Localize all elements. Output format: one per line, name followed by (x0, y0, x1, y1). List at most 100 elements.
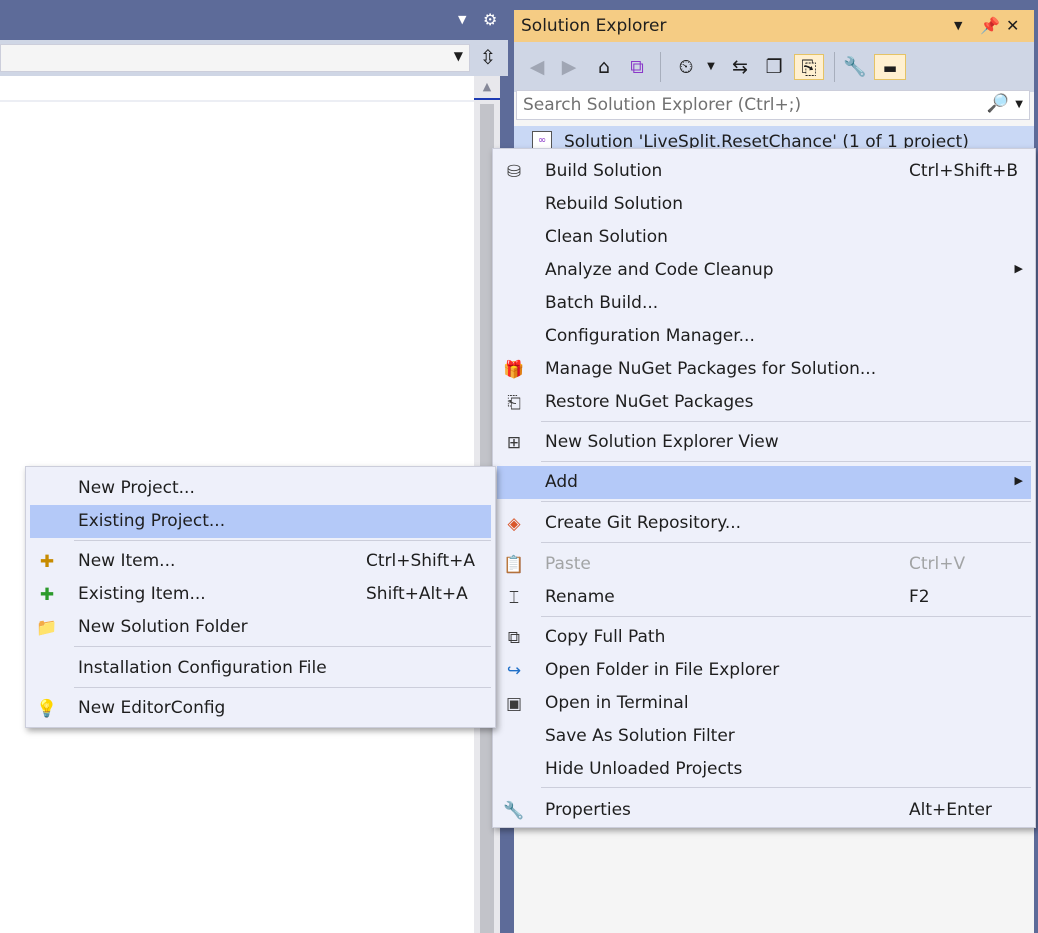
menu-item-label: Paste (545, 554, 591, 574)
menu-item-new-solution-explorer-view[interactable]: ⊞ New Solution Explorer View (497, 426, 1031, 459)
menu-separator (74, 687, 491, 688)
editor-titlebar: ▼ ⚙ (0, 0, 508, 40)
menu-item-label: Build Solution (545, 161, 663, 181)
scroll-up-icon[interactable]: ▲ (474, 76, 500, 100)
search-placeholder: Search Solution Explorer (Ctrl+;) (523, 95, 802, 115)
collapse-all-icon[interactable]: ❐ (762, 54, 786, 80)
menu-item-open-in-terminal[interactable]: ▣ Open in Terminal (497, 687, 1031, 720)
menu-item-paste: 📋 Paste Ctrl+V (497, 548, 1031, 581)
toolbar-separator (834, 52, 835, 82)
menu-item-analyze-and-code-cleanup[interactable]: Analyze and Code Cleanup ▶ (497, 254, 1031, 287)
menu-item-build-solution[interactable]: ⛁ Build Solution Ctrl+Shift+B (497, 155, 1031, 188)
menu-item-label: Hide Unloaded Projects (545, 759, 743, 779)
menu-item-label: Clean Solution (545, 227, 668, 247)
menu-item-open-folder-in-file-explorer[interactable]: ↪ Open Folder in File Explorer (497, 654, 1031, 687)
panel-title: Solution Explorer (521, 16, 667, 36)
search-icon[interactable]: 🔎 (987, 93, 1009, 114)
menu-item-properties[interactable]: 🔧 Properties Alt+Enter (497, 794, 1031, 827)
menu-item-label: Save As Solution Filter (545, 726, 735, 746)
chevron-down-icon[interactable]: ▼ (704, 54, 718, 80)
menu-item-existing-item[interactable]: ✚ Existing Item... Shift+Alt+A (30, 578, 491, 611)
menu-item-new-solution-folder[interactable]: 📁 New Solution Folder (30, 611, 491, 644)
pin-icon[interactable]: 📌 (980, 16, 1000, 35)
menu-item-label: New Project... (78, 478, 195, 498)
menu-item-label: Manage NuGet Packages for Solution... (545, 359, 877, 379)
menu-item-batch-build[interactable]: Batch Build... (497, 287, 1031, 320)
add-submenu: New Project... Existing Project... ✚ New It… (25, 466, 496, 728)
toolbar-separator (660, 52, 661, 82)
menu-separator (541, 501, 1031, 502)
gear-icon[interactable]: ⚙ (483, 11, 497, 29)
solution-folder-icon: 📁 (36, 618, 58, 638)
menu-item-restore-nuget-packages[interactable]: ⎗ Restore NuGet Packages (497, 386, 1031, 419)
menu-item-rename[interactable]: ⌶ Rename F2 (497, 581, 1031, 614)
menu-separator (74, 646, 491, 647)
menu-separator (541, 542, 1031, 543)
menu-item-new-editorconfig[interactable]: 💡 New EditorConfig (30, 692, 491, 725)
menu-item-shortcut: Ctrl+Shift+A (366, 551, 476, 571)
menu-item-add[interactable]: Add ▶ (497, 466, 1031, 499)
lightbulb-icon: 💡 (36, 699, 58, 719)
search-input[interactable]: Search Solution Explorer (Ctrl+;) 🔎 ▼ (516, 90, 1030, 120)
terminal-icon: ▣ (505, 694, 523, 714)
menu-item-label: Configuration Manager... (545, 326, 755, 346)
menu-item-label: Copy Full Path (545, 627, 666, 647)
copy-icon: ⧉ (507, 628, 521, 648)
preview-selected-items-icon[interactable]: ▬ (874, 54, 906, 80)
window-position-dropdown-icon[interactable]: ▼ (954, 19, 962, 32)
menu-item-installation-configuration-file[interactable]: Installation Configuration File (30, 652, 491, 685)
menu-item-shortcut: Ctrl+V (909, 554, 966, 574)
menu-item-label: Open Folder in File Explorer (545, 660, 780, 680)
menu-item-label: Analyze and Code Cleanup (545, 260, 774, 280)
menu-item-label: Add (545, 472, 578, 492)
switch-views-icon[interactable]: ⧉ (624, 54, 650, 80)
menu-item-label: Rebuild Solution (545, 194, 683, 214)
menu-item-rebuild-solution[interactable]: Rebuild Solution (497, 188, 1031, 221)
home-icon[interactable]: ⌂ (592, 54, 616, 80)
show-all-files-icon[interactable]: ⎘ (794, 54, 824, 80)
menu-item-label: Existing Item... (78, 584, 206, 604)
submenu-arrow-icon: ▶ (1014, 262, 1023, 275)
menu-item-clean-solution[interactable]: Clean Solution (497, 221, 1031, 254)
back-icon[interactable]: ◀ (526, 54, 548, 80)
wrench-icon[interactable]: 🔧 (842, 54, 868, 80)
menu-item-label: New Item... (78, 551, 176, 571)
sync-icon[interactable]: ⇆ (728, 54, 752, 80)
menu-item-label: New Solution Folder (78, 617, 248, 637)
solution-explorer-titlebar: Solution Explorer ▼ 📌 ✕ (514, 10, 1034, 42)
paste-icon: 📋 (503, 555, 525, 575)
menu-separator (541, 421, 1031, 422)
menu-separator (541, 787, 1031, 788)
split-window-icon[interactable]: ⇳ (477, 44, 499, 72)
menu-separator (541, 461, 1031, 462)
new-view-icon: ⊞ (506, 433, 522, 453)
menu-item-existing-project[interactable]: Existing Project... (30, 505, 491, 538)
menu-separator (541, 616, 1031, 617)
restore-packages-icon: ⎗ (507, 393, 521, 413)
menu-item-label: New EditorConfig (78, 698, 226, 718)
member-dropdown[interactable]: ▼ (0, 44, 470, 72)
menu-item-label: Create Git Repository... (545, 513, 742, 533)
chevron-down-icon: ▼ (453, 49, 463, 63)
menu-item-label: Existing Project... (78, 511, 226, 531)
chevron-down-icon[interactable]: ▼ (1015, 99, 1023, 110)
editor-divider (0, 100, 474, 102)
menu-item-configuration-manager[interactable]: Configuration Manager... (497, 320, 1031, 353)
chevron-down-icon[interactable]: ▼ (458, 11, 466, 29)
menu-item-save-as-solution-filter[interactable]: Save As Solution Filter (497, 720, 1031, 753)
pending-changes-filter-icon[interactable]: ⏲ (674, 54, 698, 80)
menu-item-label: Rename (545, 587, 615, 607)
menu-item-create-git-repository[interactable]: ◈ Create Git Repository... (497, 507, 1031, 540)
close-icon[interactable]: ✕ (1006, 16, 1019, 35)
menu-item-new-item[interactable]: ✚ New Item... Ctrl+Shift+A (30, 545, 491, 578)
build-icon: ⛁ (506, 162, 522, 182)
menu-item-label: New Solution Explorer View (545, 432, 779, 452)
navigation-bar: ▼ ⇳ (0, 40, 508, 76)
forward-icon[interactable]: ▶ (558, 54, 580, 80)
menu-item-hide-unloaded-projects[interactable]: Hide Unloaded Projects (497, 753, 1031, 786)
menu-item-copy-full-path[interactable]: ⧉ Copy Full Path (497, 621, 1031, 654)
menu-item-manage-nuget-packages-for-solution[interactable]: 🎁 Manage NuGet Packages for Solution... (497, 353, 1031, 386)
submenu-arrow-icon: ▶ (1014, 474, 1023, 487)
git-icon: ◈ (507, 514, 521, 534)
menu-item-new-project[interactable]: New Project... (30, 472, 491, 505)
